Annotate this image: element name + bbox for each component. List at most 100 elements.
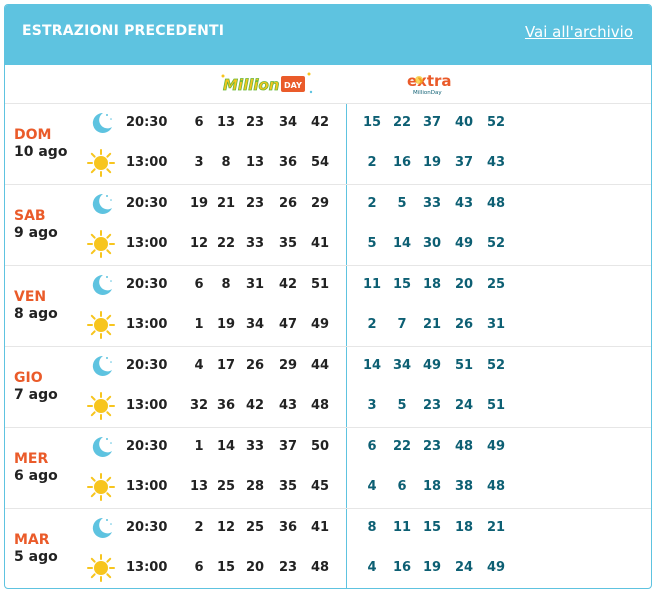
day-name: MAR (14, 532, 50, 548)
extra-number: 49 (486, 439, 506, 454)
drawn-number: 12 (189, 236, 209, 251)
extra-number: 51 (454, 358, 474, 373)
sun-icon (87, 149, 115, 177)
extra-number: 8 (367, 520, 377, 535)
drawn-number: 1 (194, 317, 204, 332)
drawn-number: 54 (310, 155, 330, 170)
extra-number: 33 (422, 196, 442, 211)
day-divider (5, 508, 651, 509)
drawn-number: 6 (194, 277, 204, 292)
drawn-number: 3 (194, 155, 204, 170)
drawn-number: 6 (194, 560, 204, 575)
drawn-number: 26 (245, 358, 265, 373)
drawn-number: 42 (278, 277, 298, 292)
drawn-number: 41 (310, 520, 330, 535)
extra-number: 11 (392, 520, 412, 535)
extra-number: 2 (367, 196, 377, 211)
draw-time: 13:00 (126, 236, 168, 251)
drawn-number: 35 (278, 479, 298, 494)
extra-number: 5 (397, 398, 407, 413)
drawn-number: 25 (245, 520, 265, 535)
extra-number: 18 (422, 277, 442, 292)
extra-number: 16 (392, 560, 412, 575)
drawn-number: 47 (278, 317, 298, 332)
moon-icon (87, 190, 115, 218)
drawn-number: 36 (278, 520, 298, 535)
extra-number: 2 (367, 155, 377, 170)
drawn-number: 42 (245, 398, 265, 413)
previous-draws-widget: ESTRAZIONI PRECEDENTI Vai all'archivio M… (4, 4, 652, 589)
day-divider (5, 346, 651, 347)
day-label: GIO 7 ago (14, 370, 58, 404)
extra-number: 30 (422, 236, 442, 251)
drawn-number: 36 (278, 155, 298, 170)
extra-logo-sub: MillionDay (413, 90, 442, 96)
extra-number: 22 (392, 439, 412, 454)
sun-icon (87, 473, 115, 501)
archive-link[interactable]: Vai all'archivio (525, 23, 633, 41)
extra-number: 19 (422, 560, 442, 575)
day-divider (5, 427, 651, 428)
widget-header: ESTRAZIONI PRECEDENTI Vai all'archivio (5, 5, 651, 65)
extra-number: 11 (362, 277, 382, 292)
extra-number: 21 (486, 520, 506, 535)
extra-number: 43 (486, 155, 506, 170)
extra-number: 24 (454, 560, 474, 575)
extra-number: 37 (422, 115, 442, 130)
drawn-number: 34 (278, 115, 298, 130)
draw-time: 13:00 (126, 398, 168, 413)
sun-icon (87, 311, 115, 339)
extra-number: 20 (454, 277, 474, 292)
extra-number: 49 (422, 358, 442, 373)
day-divider (5, 265, 651, 266)
extra-number: 52 (486, 115, 506, 130)
extra-number: 14 (392, 236, 412, 251)
draw-time: 13:00 (126, 155, 168, 170)
logo-row: Million DAY extra MillionDay (5, 65, 651, 103)
draw-time: 20:30 (126, 358, 168, 373)
drawn-number: 51 (310, 277, 330, 292)
drawn-number: 19 (216, 317, 236, 332)
extra-number: 18 (454, 520, 474, 535)
drawn-number: 6 (194, 115, 204, 130)
moon-icon (87, 109, 115, 137)
day-date: 8 ago (14, 306, 58, 322)
drawn-number: 23 (245, 115, 265, 130)
extra-number: 5 (397, 196, 407, 211)
extra-number: 3 (367, 398, 377, 413)
extra-number: 4 (367, 479, 377, 494)
extra-number: 38 (454, 479, 474, 494)
moon-icon (87, 514, 115, 542)
drawn-number: 48 (310, 560, 330, 575)
drawn-number: 21 (216, 196, 236, 211)
drawn-number: 23 (278, 560, 298, 575)
day-date: 7 ago (14, 387, 58, 403)
extra-number: 14 (362, 358, 382, 373)
extra-number: 21 (422, 317, 442, 332)
day-name: VEN (14, 289, 47, 305)
day-label: DOM 10 ago (14, 127, 67, 161)
extra-number: 48 (486, 479, 506, 494)
drawn-number: 26 (278, 196, 298, 211)
extra-number: 6 (397, 479, 407, 494)
drawn-number: 2 (194, 520, 204, 535)
millionday-logo-day: DAY (284, 81, 302, 90)
drawn-number: 13 (216, 115, 236, 130)
drawn-number: 29 (310, 196, 330, 211)
draw-time: 20:30 (126, 196, 168, 211)
drawn-number: 28 (245, 479, 265, 494)
extra-number: 6 (367, 439, 377, 454)
drawn-number: 42 (310, 115, 330, 130)
moon-icon (87, 271, 115, 299)
day-label: MAR 5 ago (14, 532, 58, 566)
extra-number: 15 (362, 115, 382, 130)
draw-time: 13:00 (126, 560, 168, 575)
extra-number: 4 (367, 560, 377, 575)
moon-icon (87, 433, 115, 461)
drawn-number: 19 (189, 196, 209, 211)
drawn-number: 14 (216, 439, 236, 454)
extra-number: 22 (392, 115, 412, 130)
drawn-number: 25 (216, 479, 236, 494)
day-date: 6 ago (14, 468, 58, 484)
moon-icon (87, 352, 115, 380)
